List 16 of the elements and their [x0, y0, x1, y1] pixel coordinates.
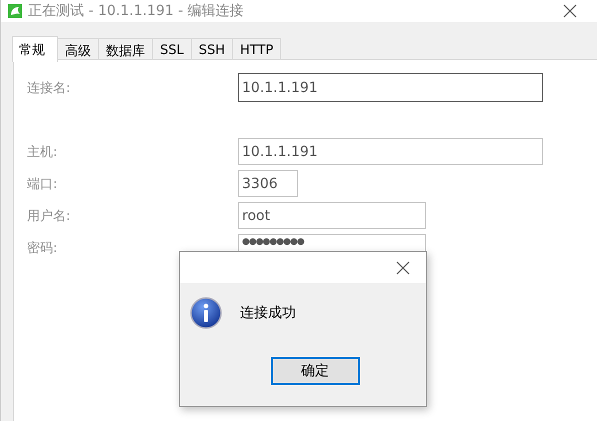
input-field[interactable]: 10.1.1.191 — [238, 138, 543, 165]
info-icon — [190, 297, 222, 329]
field-label: 主机: — [27, 144, 58, 160]
close-icon[interactable] — [563, 4, 577, 18]
dialog-message: 连接成功 — [240, 304, 296, 322]
tab[interactable]: 常规 — [12, 36, 58, 62]
window-title: 正在测试 - 10.1.1.191 - 编辑连接 — [28, 2, 245, 20]
close-icon[interactable] — [396, 260, 410, 274]
input-field[interactable]: 3306 — [238, 170, 298, 197]
field-label: 用户名: — [27, 208, 72, 224]
field-label: 密码: — [27, 240, 58, 256]
input-field[interactable]: root — [238, 202, 426, 229]
input-field[interactable]: 10.1.1.191 — [238, 73, 543, 102]
ok-button[interactable]: 确定 — [270, 357, 360, 385]
field-label: 端口: — [27, 176, 58, 192]
field-label: 连接名: — [27, 80, 72, 96]
